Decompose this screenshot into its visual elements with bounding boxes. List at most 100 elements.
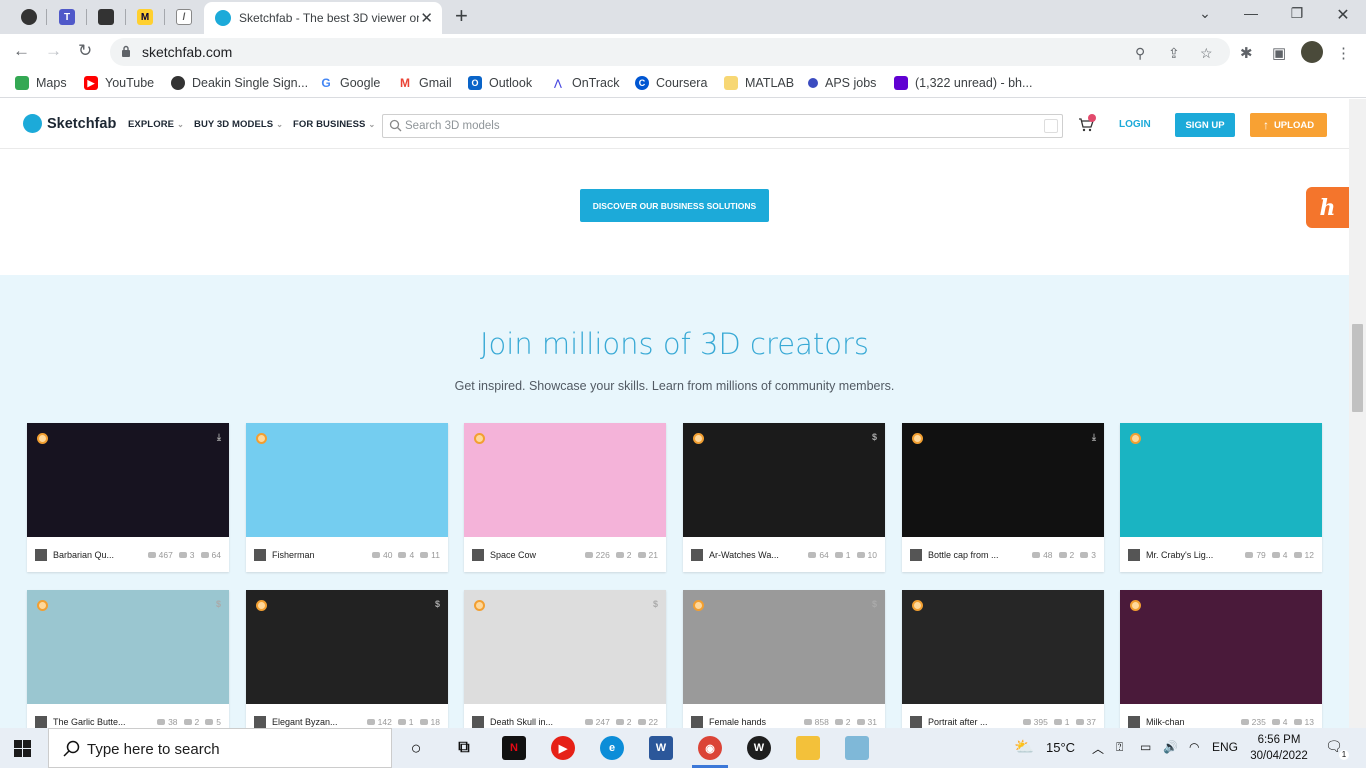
netflix-icon[interactable]: N [502, 736, 526, 760]
weather-icon[interactable]: ⛅ [1014, 737, 1034, 757]
pinned-tab-1[interactable] [14, 4, 44, 30]
meet-now-icon[interactable]: ⍰ [1116, 740, 1123, 755]
bookmark-ontrack[interactable]: ⋀ OnTrack [551, 76, 619, 90]
wifi-icon[interactable]: ◠ [1189, 740, 1199, 754]
model-thumbnail[interactable] [464, 423, 666, 537]
reload-icon[interactable]: ↻ [78, 42, 92, 60]
bookmark-outlook[interactable]: O Outlook [468, 76, 532, 90]
model-card[interactable]: ⤓ Bottle cap from ... 48 2 3 [902, 423, 1104, 572]
nav-buy-3d-models[interactable]: BUY 3D MODELS ⌄ [194, 119, 283, 130]
model-card[interactable]: Mr. Craby's Lig... 79 4 12 [1120, 423, 1322, 572]
model-card[interactable]: $ Female hands 858 2 31 [683, 590, 885, 728]
chrome-icon[interactable]: ◉ [698, 736, 722, 760]
app-icon[interactable] [845, 736, 869, 760]
bookmark-coursera[interactable]: C Coursera [635, 76, 707, 90]
close-window-icon[interactable]: ✕ [1320, 5, 1366, 25]
bookmark-deakin[interactable]: Deakin Single Sign... [171, 76, 308, 90]
model-card[interactable]: Space Cow 226 2 21 [464, 423, 666, 572]
avatar[interactable] [691, 715, 703, 728]
model-thumbnail[interactable] [27, 590, 229, 704]
windows-start-icon[interactable] [14, 740, 31, 757]
model-name[interactable]: Mr. Craby's Lig... [1146, 550, 1245, 560]
avatar[interactable] [35, 548, 47, 561]
new-tab-icon[interactable]: + [455, 5, 468, 27]
model-thumbnail[interactable] [246, 423, 448, 537]
bookmark-mail-unread[interactable]: (1,322 unread) - bh... [894, 76, 1032, 90]
nav-explore[interactable]: EXPLORE ⌄ [128, 119, 184, 130]
nav-for-business[interactable]: FOR BUSINESS ⌄ [293, 119, 375, 130]
share-icon[interactable]: ⇪ [1168, 45, 1180, 62]
model-name[interactable]: Death Skull in... [490, 717, 585, 727]
pinned-tab-teams[interactable]: T [52, 4, 82, 30]
model-card[interactable]: $ Ar-Watches Wa... 64 1 10 [683, 423, 885, 572]
bookmark-aps-jobs[interactable]: APS jobs [808, 76, 876, 90]
model-card[interactable]: Milk-chan 235 4 13 [1120, 590, 1322, 728]
model-name[interactable]: The Garlic Butte... [53, 717, 157, 727]
word-icon[interactable]: W [649, 736, 673, 760]
battery-icon[interactable]: ▭ [1140, 740, 1151, 754]
model-name[interactable]: Elegant Byzan... [272, 717, 367, 727]
model-thumbnail[interactable] [27, 423, 229, 537]
avatar[interactable] [910, 715, 922, 728]
bookmark-gmail[interactable]: M Gmail [398, 76, 452, 90]
profile-avatar[interactable] [1301, 41, 1323, 63]
bookmark-maps[interactable]: Maps [15, 76, 67, 90]
discover-business-button[interactable]: DISCOVER OUR BUSINESS SOLUTIONS [580, 189, 769, 222]
page-scrollbar[interactable] [1349, 99, 1366, 728]
model-card[interactable]: $ The Garlic Butte... 38 2 5 [27, 590, 229, 728]
avatar[interactable] [472, 548, 484, 561]
bookmark-matlab[interactable]: MATLAB [724, 76, 794, 90]
clock[interactable]: 6:56 PM 30/04/2022 [1249, 732, 1309, 764]
model-card[interactable]: Portrait after ... 395 1 37 [902, 590, 1104, 728]
zoom-icon[interactable]: ⚲ [1135, 45, 1145, 62]
login-link[interactable]: LOGIN [1119, 119, 1151, 130]
avatar[interactable] [691, 548, 703, 561]
bookmark-star-icon[interactable]: ☆ [1200, 45, 1213, 62]
model-name[interactable]: Female hands [709, 717, 804, 727]
taskbar-search-input[interactable] [87, 739, 367, 759]
pinned-tab-3[interactable] [91, 4, 121, 30]
model-thumbnail[interactable] [1120, 423, 1322, 537]
sign-up-button[interactable]: SIGN UP [1175, 113, 1235, 137]
tab-sketchfab[interactable]: Sketchfab - The best 3D viewer on the we… [204, 2, 442, 34]
model-name[interactable]: Bottle cap from ... [928, 550, 1032, 560]
pinned-tab-miro[interactable]: M [130, 4, 160, 30]
cart-button[interactable] [1078, 114, 1096, 137]
avatar[interactable] [254, 548, 266, 561]
address-bar[interactable]: sketchfab.com ⚲ ⇪ ☆ [110, 38, 1230, 66]
model-name[interactable]: Fisherman [272, 550, 372, 560]
extensions-icon[interactable]: ✱ [1240, 44, 1253, 62]
pinned-tab-5[interactable]: / [169, 4, 199, 30]
avatar[interactable] [472, 715, 484, 728]
honey-extension-icon[interactable]: h [1306, 187, 1349, 228]
task-view-icon[interactable]: ⧉ [452, 736, 476, 760]
model-thumbnail[interactable] [902, 590, 1104, 704]
cortana-icon[interactable]: ○ [404, 736, 428, 760]
menu-icon[interactable]: ⋮ [1336, 44, 1351, 62]
app-icon[interactable]: W [747, 736, 771, 760]
model-name[interactable]: Space Cow [490, 550, 585, 560]
model-name[interactable]: Milk-chan [1146, 717, 1241, 727]
back-icon[interactable]: ← [13, 42, 30, 60]
model-card[interactable]: Fisherman 40 4 11 [246, 423, 448, 572]
temperature[interactable]: 15°C [1046, 740, 1075, 755]
upload-button[interactable]: ↑ UPLOAD [1250, 113, 1327, 137]
minimize-icon[interactable]: — [1228, 5, 1274, 21]
avatar[interactable] [1128, 548, 1140, 561]
tray-chevron-icon[interactable]: ︿ [1092, 740, 1104, 757]
language-indicator[interactable]: ENG [1212, 740, 1238, 754]
bookmark-google[interactable]: G Google [319, 76, 380, 90]
model-thumbnail[interactable] [902, 423, 1104, 537]
avatar[interactable] [910, 548, 922, 561]
avatar[interactable] [35, 715, 47, 728]
model-card[interactable]: ⤓ Barbarian Qu... 467 3 64 [27, 423, 229, 572]
file-explorer-icon[interactable] [796, 736, 820, 760]
model-card[interactable]: $ Elegant Byzan... 142 1 18 [246, 590, 448, 728]
model-thumbnail[interactable] [464, 590, 666, 704]
scrollbar-thumb[interactable] [1352, 324, 1363, 412]
model-thumbnail[interactable] [683, 590, 885, 704]
avatar[interactable] [1128, 715, 1140, 728]
model-thumbnail[interactable] [246, 590, 448, 704]
bookmark-youtube[interactable]: ▶ YouTube [84, 76, 154, 90]
model-thumbnail[interactable] [1120, 590, 1322, 704]
